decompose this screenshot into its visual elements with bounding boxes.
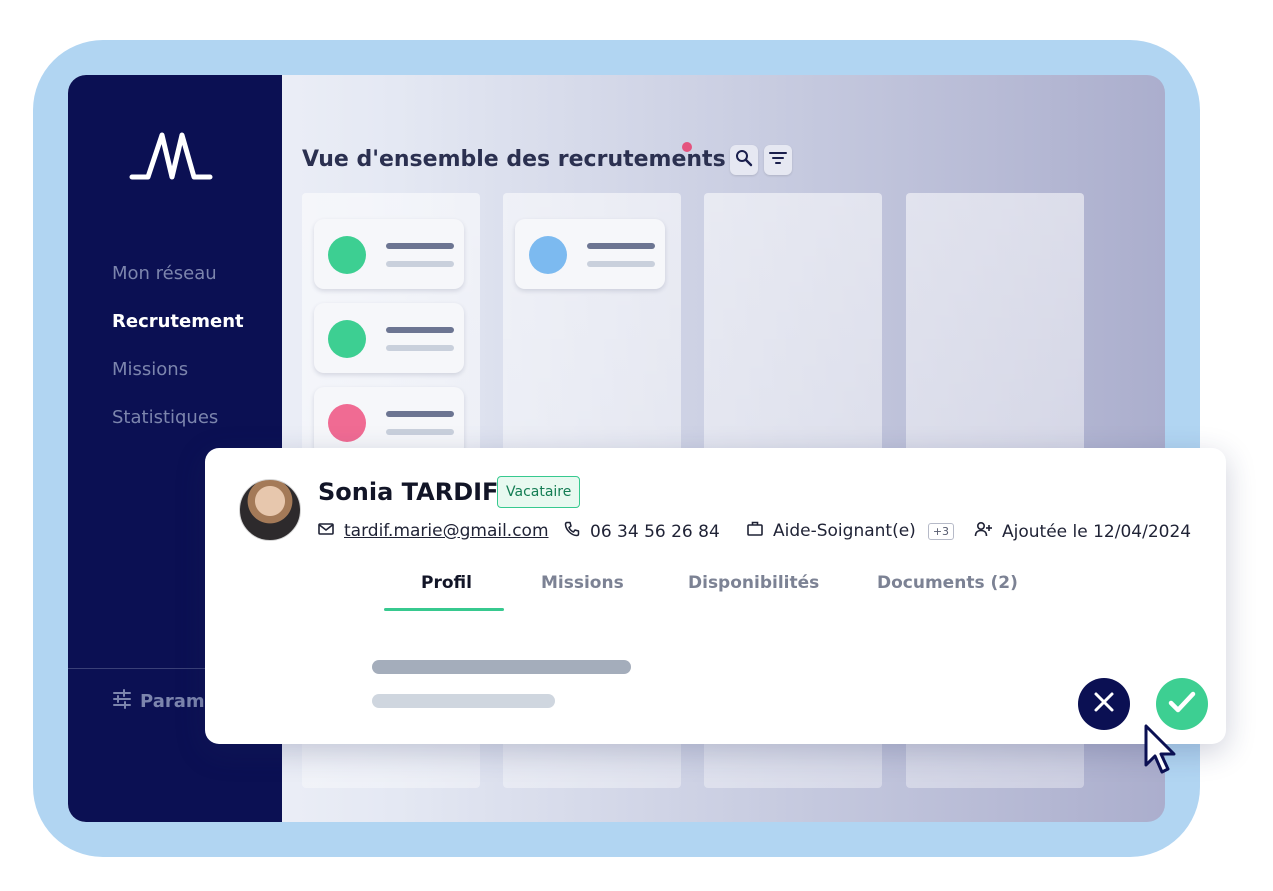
tab-disponibilites[interactable]: Disponibilités <box>688 573 819 593</box>
candidate-card[interactable] <box>314 387 464 457</box>
role-info: Aide-Soignant(e) +3 <box>747 521 955 541</box>
sliders-icon <box>112 689 132 714</box>
skeleton-line <box>372 694 555 708</box>
reject-button[interactable] <box>1078 678 1130 730</box>
search-button[interactable] <box>730 145 758 175</box>
candidate-card[interactable] <box>314 219 464 289</box>
sidebar-item-parametres[interactable]: Paramè <box>112 689 217 714</box>
tab-profil[interactable]: Profil <box>421 573 472 593</box>
candidate-profile-modal: Sonia TARDIF Vacataire tardif.marie@gmai… <box>205 448 1226 744</box>
close-icon <box>1092 690 1116 718</box>
candidate-avatar-dot <box>529 236 567 274</box>
filter-icon <box>769 150 787 170</box>
filter-button[interactable] <box>764 145 792 175</box>
tab-documents[interactable]: Documents (2) <box>877 573 1018 593</box>
candidate-avatar-dot <box>328 236 366 274</box>
added-info: Ajoutée le 12/04/2024 <box>974 521 1191 542</box>
candidate-card[interactable] <box>515 219 665 289</box>
skeleton-line <box>372 660 631 674</box>
mail-icon <box>318 521 334 541</box>
added-date: Ajoutée le 12/04/2024 <box>1002 521 1192 542</box>
phone-icon <box>564 521 580 542</box>
search-icon <box>735 149 753 171</box>
candidate-card[interactable] <box>314 303 464 373</box>
avatar <box>239 479 301 541</box>
sidebar-item-mon-reseau[interactable]: Mon réseau <box>112 263 217 284</box>
candidate-avatar-dot <box>328 404 366 442</box>
candidate-avatar-dot <box>328 320 366 358</box>
sidebar-item-statistiques[interactable]: Statistiques <box>112 407 218 428</box>
notification-dot <box>682 142 692 152</box>
check-icon <box>1168 690 1196 718</box>
email-link[interactable]: tardif.marie@gmail.com <box>344 521 549 541</box>
role-label: Aide-Soignant(e) <box>773 521 916 541</box>
briefcase-icon <box>747 521 763 541</box>
sidebar-item-recrutement[interactable]: Recrutement <box>112 311 244 332</box>
candidate-name: Sonia TARDIF <box>318 478 499 506</box>
email-info[interactable]: tardif.marie@gmail.com <box>318 521 549 541</box>
mouse-cursor-icon <box>1143 723 1181 781</box>
page-title: Vue d'ensemble des recrutements <box>302 147 726 172</box>
status-badge: Vacataire <box>497 476 581 508</box>
user-plus-icon <box>974 521 992 542</box>
phone-info: 06 34 56 26 84 <box>564 521 720 542</box>
sidebar-item-missions[interactable]: Missions <box>112 359 188 380</box>
tab-missions[interactable]: Missions <box>541 573 624 593</box>
pulse-logo-icon[interactable] <box>128 125 214 191</box>
active-tab-indicator <box>384 608 504 611</box>
role-extra-badge[interactable]: +3 <box>927 522 955 540</box>
phone-number: 06 34 56 26 84 <box>590 521 720 542</box>
